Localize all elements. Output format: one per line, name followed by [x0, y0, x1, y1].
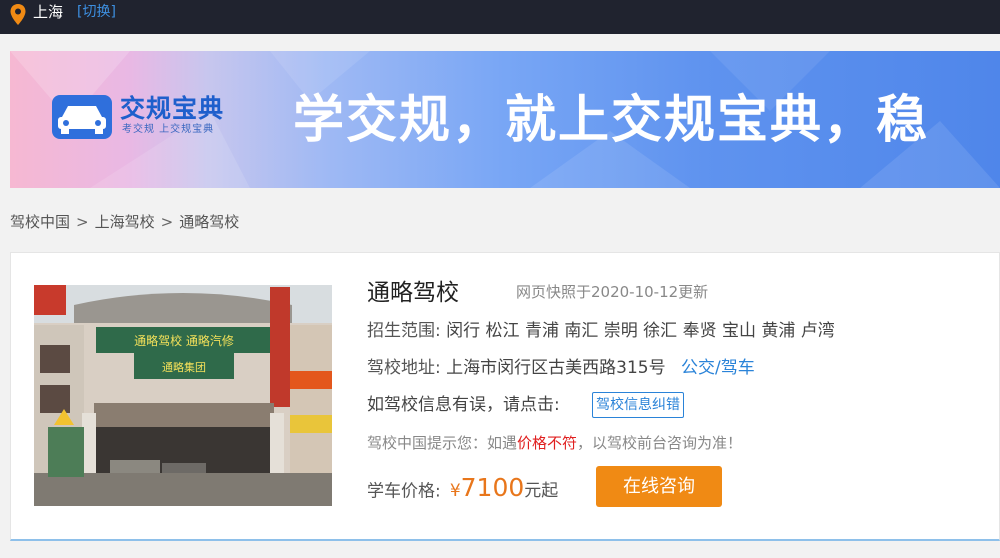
ad-banner[interactable]: 交规宝典 考交规 上交规宝典 学交规，就上交规宝典，稳: [10, 51, 1000, 188]
breadcrumb-current[interactable]: 通略驾校: [179, 213, 239, 231]
address-label: 驾校地址:: [367, 358, 441, 378]
report-error-button[interactable]: 驾校信息纠错: [592, 392, 684, 418]
enrollment-range: 招生范围: 闵行 松江 青浦 南汇 崇明 徐汇 奉贤 宝山 黄浦 卢湾: [367, 320, 835, 342]
price-amount: 7100: [460, 473, 525, 502]
brand-slogan: 考交规 上交规宝典: [122, 124, 215, 135]
price-suffix: 元起: [524, 481, 559, 501]
price-row: 学车价格: ¥7100元起: [367, 473, 558, 507]
car-icon: [52, 95, 112, 139]
breadcrumb-separator: >: [160, 213, 174, 231]
price-tip: 驾校中国提示您：如遇价格不符，以驾校前台咨询为准！: [367, 433, 742, 453]
enrollment-range-value: 闵行 松江 青浦 南汇 崇明 徐汇 奉贤 宝山 黄浦 卢湾: [446, 321, 835, 341]
price-label: 学车价格:: [367, 481, 441, 502]
breadcrumb: 驾校中国 > 上海驾校 > 通略驾校: [10, 212, 239, 232]
price-tip-prefix: 驾校中国提示您：如遇: [367, 434, 518, 452]
photo-sign-sub: 通略集团: [162, 360, 206, 374]
price-tip-highlight: 价格不符: [517, 434, 578, 452]
school-name[interactable]: 通略驾校: [367, 278, 459, 308]
banner-headline: 学交规，就上交规宝典，稳: [293, 91, 930, 150]
address-value: 上海市闵行区古美西路315号: [446, 358, 666, 378]
top-bar: 上海 [切换]: [0, 0, 1000, 34]
current-city: 上海: [33, 3, 64, 21]
switch-city-link[interactable]: [切换]: [77, 3, 116, 21]
snapshot-note: 网页快照于2020-10-12更新: [516, 283, 709, 301]
map-pin-icon: [10, 4, 26, 25]
school-photo[interactable]: 通略驾校 通略汽修 通略集团: [34, 285, 332, 506]
online-consult-button[interactable]: 在线咨询: [596, 466, 722, 507]
breadcrumb-home[interactable]: 驾校中国: [10, 213, 70, 231]
breadcrumb-separator: >: [76, 213, 89, 231]
breadcrumb-city[interactable]: 上海驾校: [95, 213, 155, 231]
error-report-row: 如驾校信息有误，请点击:: [367, 394, 560, 416]
brand-name: 交规宝典: [120, 94, 225, 123]
transit-directions-link[interactable]: 公交/驾车: [681, 358, 755, 378]
school-address: 驾校地址: 上海市闵行区古美西路315号 公交/驾车: [367, 357, 755, 379]
price-currency: ¥: [449, 481, 461, 501]
price-tip-suffix: ，以驾校前台咨询为准！: [577, 434, 743, 452]
error-report-prompt: 如驾校信息有误，请点击:: [367, 395, 560, 415]
enrollment-range-label: 招生范围:: [367, 321, 441, 341]
photo-sign-text: 通略驾校 通略汽修: [134, 333, 234, 348]
